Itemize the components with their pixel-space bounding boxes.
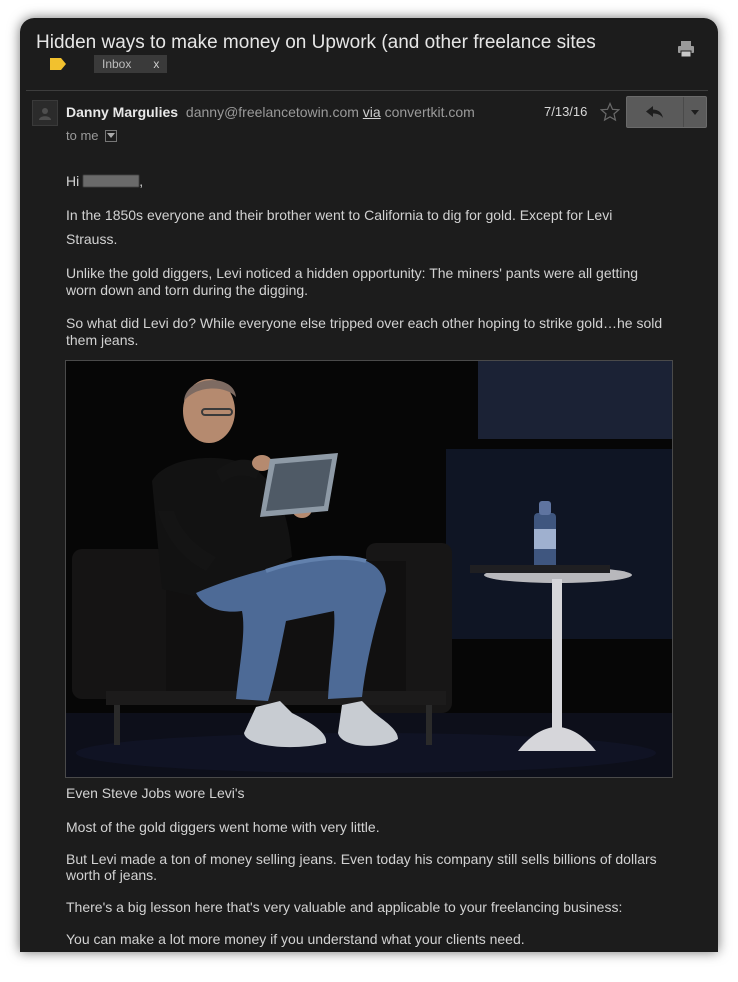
sender-name[interactable]: Danny Margulies (66, 104, 178, 120)
paragraph-4-text: Most of the gold diggers went home with … (66, 819, 380, 835)
caption-text: Even Steve Jobs wore Levi's (66, 785, 245, 801)
image-caption: Even Steve Jobs wore Levi's (66, 784, 696, 802)
caret-down-icon (691, 109, 699, 115)
paragraph-3b: them jeans. (66, 331, 696, 349)
paragraph-7-text: You can make a lot more money if you und… (66, 931, 525, 947)
paragraph-2-line-1: Unlike the gold diggers, Levi noticed a … (66, 265, 639, 281)
label-chip-inbox: Inbox x (94, 55, 168, 73)
paragraph-3-line-1: So what did Levi do? While everyone else… (66, 315, 663, 331)
more-actions-button[interactable] (684, 97, 706, 127)
paragraph-5b: worth of jeans. (66, 866, 696, 884)
paragraph-2-line-2: worn down and torn during the digging. (66, 282, 309, 298)
reply-button-group (626, 96, 707, 128)
reply-icon (646, 106, 663, 118)
paragraph-1b: Strauss. (66, 230, 696, 248)
reply-button[interactable] (627, 97, 684, 127)
label-chip-text: Inbox (102, 57, 132, 71)
person-icon (39, 108, 51, 120)
paragraph-1-line-1: In the 1850s everyone and their brother … (66, 207, 613, 223)
via-domain: convertkit.com (384, 104, 475, 120)
greeting: Hi, (66, 172, 696, 190)
redacted-name (83, 175, 140, 187)
email-window: Hidden ways to make money on Upwork (and… (20, 18, 718, 968)
via-link[interactable]: via (363, 104, 381, 120)
sender-email: danny@freelancetowin.com (185, 104, 359, 120)
email-date: 7/13/16 (544, 104, 588, 119)
header-divider (26, 90, 708, 91)
paragraph-4: Most of the gold diggers went home with … (66, 818, 696, 836)
paragraph-1: In the 1850s everyone and their brother … (66, 206, 696, 224)
email-image (65, 360, 673, 778)
paragraph-1-line-2: Strauss. (66, 231, 118, 247)
recipient-details-button[interactable] (104, 129, 117, 142)
recipient-line: to me (66, 128, 117, 143)
stage-photo-illustration (66, 361, 672, 777)
sender-line: Danny Margulies danny@freelancetowin.com… (66, 104, 475, 120)
email-window-shadow: Hidden ways to make money on Upwork (and… (20, 18, 718, 968)
paragraph-7: You can make a lot more money if you und… (66, 930, 696, 948)
remove-label-button[interactable]: x (153, 57, 159, 71)
star-icon[interactable] (600, 102, 620, 122)
paragraph-3: So what did Levi do? While everyone else… (66, 314, 696, 332)
email-subject: Hidden ways to make money on Upwork (and… (36, 32, 596, 53)
paragraph-6: There's a big lesson here that's very va… (66, 898, 696, 916)
greeting-comma: , (139, 173, 144, 189)
paragraph-2: Unlike the gold diggers, Levi noticed a … (66, 264, 696, 282)
paragraph-5-line-2: worth of jeans. (66, 867, 158, 883)
caret-down-icon (106, 132, 115, 138)
paragraph-3-line-2: them jeans. (66, 332, 139, 348)
paragraph-5-line-1: But Levi made a ton of money selling jea… (66, 851, 657, 867)
paragraph-6-text: There's a big lesson here that's very va… (66, 899, 623, 915)
recipient-text: to me (66, 128, 99, 143)
print-icon[interactable] (677, 40, 695, 58)
paragraph-2b: worn down and torn during the digging. (66, 281, 696, 299)
avatar[interactable] (32, 100, 58, 126)
greeting-text: Hi (66, 173, 80, 189)
label-tag-icon (50, 58, 66, 70)
